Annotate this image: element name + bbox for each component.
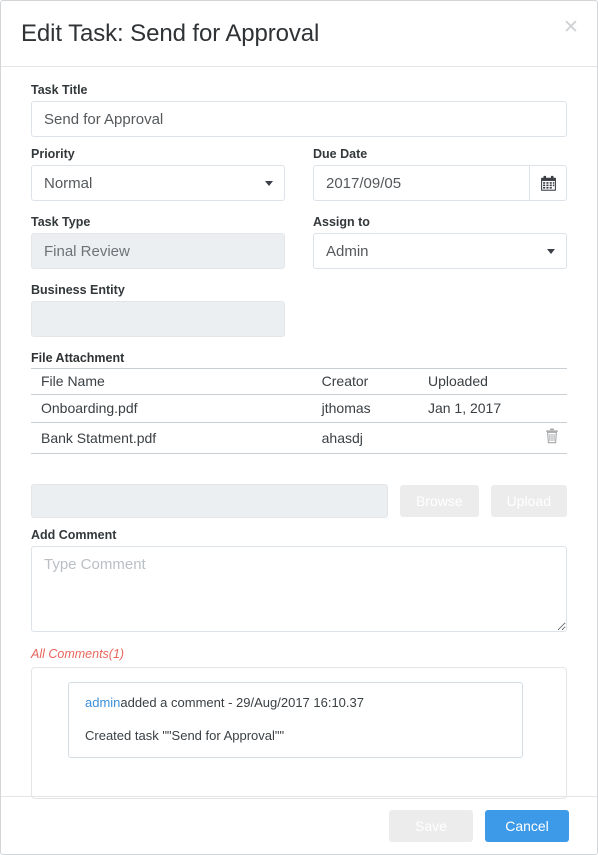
cell-actions — [534, 394, 567, 423]
upload-row: Browse Upload — [31, 484, 567, 518]
file-path-input[interactable] — [31, 484, 388, 518]
cell-creator: jthomas — [311, 394, 418, 423]
cell-uploaded: Jan 1, 2017 — [417, 394, 535, 423]
dialog-title: Edit Task: Send for Approval — [21, 19, 320, 47]
cell-file-name[interactable]: Bank Statment.pdf — [31, 422, 312, 454]
column-header-actions — [534, 368, 567, 395]
dialog-header: Edit Task: Send for Approval ✕ — [1, 1, 597, 67]
table-header-row: File Name Creator Uploaded — [31, 368, 567, 395]
comment-meta: adminadded a comment - 29/Aug/2017 16:10… — [85, 695, 506, 710]
assign-to-label: Assign to — [313, 215, 370, 229]
task-title-input[interactable] — [31, 101, 567, 137]
file-attachment-table: File Name Creator Uploaded Onboarding.pd… — [31, 368, 567, 454]
calendar-icon[interactable] — [529, 165, 567, 201]
due-date-label: Due Date — [313, 147, 368, 161]
all-comments-label: All Comments(1) — [31, 647, 125, 661]
column-header-file-name: File Name — [31, 368, 312, 395]
assign-to-select[interactable] — [313, 233, 567, 269]
file-attachment-label: File Attachment — [31, 351, 125, 365]
task-type-label: Task Type — [31, 215, 91, 229]
dialog-body: Task Title Priority Due Date — [1, 67, 597, 799]
upload-button[interactable]: Upload — [490, 485, 567, 517]
table-row: Bank Statment.pdf ahasdj — [31, 422, 567, 454]
due-date-input[interactable] — [313, 165, 530, 201]
column-header-uploaded: Uploaded — [417, 368, 535, 395]
list-item: adminadded a comment - 29/Aug/2017 16:10… — [68, 682, 523, 758]
priority-select[interactable] — [31, 165, 285, 201]
edit-task-dialog: Edit Task: Send for Approval ✕ Task Titl… — [0, 0, 598, 855]
cell-actions — [534, 422, 567, 454]
add-comment-label: Add Comment — [31, 528, 117, 542]
save-button[interactable]: Save — [389, 809, 473, 842]
cell-creator: ahasdj — [311, 422, 418, 454]
task-title-label: Task Title — [31, 83, 88, 97]
comment-textarea[interactable] — [31, 546, 567, 632]
task-type-input — [31, 233, 285, 269]
cell-uploaded — [417, 422, 535, 454]
priority-label: Priority — [31, 147, 75, 161]
column-header-creator: Creator — [311, 368, 418, 395]
business-entity-label: Business Entity — [31, 283, 125, 297]
comment-author[interactable]: admin — [85, 695, 120, 710]
comment-timestamp: added a comment - 29/Aug/2017 16:10.37 — [120, 695, 364, 710]
dialog-footer: Save Cancel — [1, 796, 597, 854]
cell-file-name[interactable]: Onboarding.pdf — [31, 394, 312, 423]
business-entity-input — [31, 301, 285, 337]
table-row: Onboarding.pdf jthomas Jan 1, 2017 — [31, 394, 567, 423]
trash-icon[interactable] — [545, 428, 559, 447]
comments-panel: adminadded a comment - 29/Aug/2017 16:10… — [31, 667, 567, 799]
cancel-button[interactable]: Cancel — [485, 809, 569, 842]
browse-button[interactable]: Browse — [399, 485, 479, 517]
close-icon[interactable]: ✕ — [557, 15, 581, 39]
comment-text: Created task ""Send for Approval"" — [85, 728, 285, 743]
